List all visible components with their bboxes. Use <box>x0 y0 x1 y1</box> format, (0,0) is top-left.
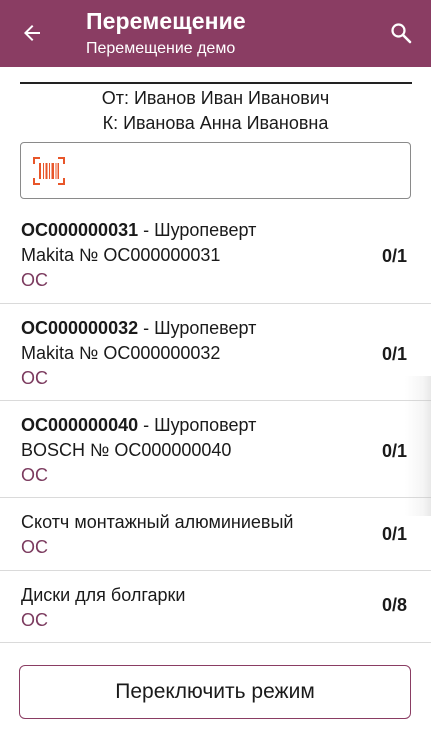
barcode-scan-icon <box>33 157 65 185</box>
item-quantity: 0/1 <box>381 246 407 266</box>
item-category: ОС <box>21 368 48 388</box>
item-category: ОС <box>21 270 48 290</box>
item-quantity: 0/8 <box>381 595 407 615</box>
search-icon <box>391 23 412 44</box>
item-category: ОС <box>21 537 48 557</box>
search-button[interactable] <box>385 17 417 49</box>
back-button[interactable] <box>14 17 50 49</box>
item-code: ОС000000032 <box>21 318 139 338</box>
item-name: - Шуропеверт <box>138 220 257 240</box>
header-divider <box>20 82 412 84</box>
route-to: К: Иванова Анна Ивановна <box>102 113 329 133</box>
item-code: ОС000000031 <box>21 220 139 240</box>
items-list: ОС000000031 - Шуропеверт Makita № ОС0000… <box>0 206 431 643</box>
item-description: Makita № ОС000000032 <box>21 343 221 363</box>
item-quantity: 0/1 <box>381 524 407 544</box>
page-title: Перемещение <box>86 8 246 34</box>
route-info: От: Иванов Иван Иванович К: Иванова Анна… <box>0 86 431 136</box>
item-description: Makita № ОС000000031 <box>21 245 221 265</box>
list-item[interactable]: ОС000000031 - Шуропеверт Makita № ОС0000… <box>0 206 431 304</box>
item-title: ОС000000031 - Шуропеверт <box>21 218 256 243</box>
list-item[interactable]: Скотч монтажный алюминиевый ОС 0/1 <box>0 498 431 571</box>
item-title: ОС000000040 - Шуроповерт <box>21 413 256 438</box>
list-item[interactable]: Диски для болгарки ОС 0/8 <box>0 571 431 643</box>
item-name: - Шуропеверт <box>138 318 257 338</box>
item-category: ОС <box>21 465 48 485</box>
app-bar: Перемещение Перемещение демо <box>0 0 431 67</box>
item-quantity: 0/1 <box>381 441 407 461</box>
page-subtitle: Перемещение демо <box>86 40 236 57</box>
list-item[interactable]: ОС000000040 - Шуроповерт BOSCH № ОС00000… <box>0 401 431 498</box>
item-description: BOSCH № ОС000000040 <box>21 440 232 460</box>
item-title: ОС000000032 - Шуропеверт <box>21 316 256 341</box>
item-code: ОС000000040 <box>21 415 139 435</box>
switch-mode-button[interactable]: Переключить режим <box>19 665 411 719</box>
list-scrollbar[interactable] <box>405 376 431 516</box>
item-name: Скотч монтажный алюминиевый <box>21 512 294 532</box>
item-quantity: 0/1 <box>381 344 407 364</box>
item-name: Диски для болгарки <box>21 585 186 605</box>
item-name: - Шуроповерт <box>138 415 257 435</box>
list-item[interactable]: ОС000000032 - Шуропеверт Makita № ОС0000… <box>0 304 431 401</box>
barcode-input[interactable] <box>20 142 411 199</box>
arrow-left-icon <box>24 25 40 41</box>
route-from: От: Иванов Иван Иванович <box>101 88 330 108</box>
item-category: ОС <box>21 610 48 630</box>
